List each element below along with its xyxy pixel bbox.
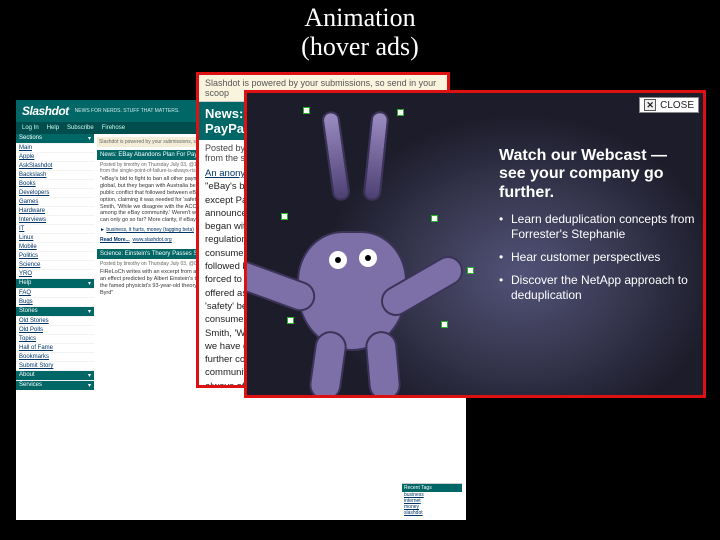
sidebar: Sections▾ Main Apple AskSlashdot Backsla…: [16, 134, 94, 390]
nav-subscribe[interactable]: Subscribe: [67, 125, 94, 131]
sidebar-item[interactable]: Linux: [16, 234, 94, 242]
ad-close-button[interactable]: ✕ CLOSE: [639, 97, 699, 113]
nav-help[interactable]: Help: [47, 125, 59, 131]
chevron-down-icon: ▾: [88, 280, 91, 287]
sidebar-stories-head[interactable]: Stories▾: [16, 307, 94, 316]
ad-close-label: CLOSE: [660, 100, 694, 111]
sidebar-item[interactable]: Submit Story: [16, 362, 94, 370]
ad-copy: Watch our Webcast — see your company go …: [499, 147, 695, 311]
sidebar-item[interactable]: Hall of Fame: [16, 344, 94, 352]
sidebar-item[interactable]: FAQ: [16, 289, 94, 297]
ad-headline: Watch our Webcast — see your company go …: [499, 147, 695, 202]
slide-title-line2: (hover ads): [301, 32, 419, 61]
sidebar-sections-head[interactable]: Sections▾: [16, 134, 94, 143]
chevron-down-icon: ▾: [88, 372, 91, 379]
sidebar-item[interactable]: Main: [16, 144, 94, 152]
sidebar-item[interactable]: Science: [16, 261, 94, 269]
sidebar-item[interactable]: Books: [16, 180, 94, 188]
sidebar-item[interactable]: Games: [16, 198, 94, 206]
ad-bullet-list: Learn deduplication concepts from Forres…: [499, 212, 695, 303]
nav-firehose[interactable]: Firehose: [102, 125, 125, 131]
sidebar-item[interactable]: Old Polls: [16, 326, 94, 334]
sidebar-item[interactable]: Apple: [16, 153, 94, 161]
slide-title-line1: Animation: [304, 3, 415, 32]
ad-bullet: Learn deduplication concepts from Forres…: [499, 212, 695, 242]
sidebar-item[interactable]: Mobile: [16, 243, 94, 251]
sidebar-item[interactable]: Developers: [16, 189, 94, 197]
sidebar-item[interactable]: Interviews: [16, 216, 94, 224]
slashdot-logo[interactable]: Slashdot: [22, 104, 69, 118]
sidebar-item[interactable]: Backslash: [16, 171, 94, 179]
site-tagline: NEWS FOR NERDS. STUFF THAT MATTERS.: [75, 108, 180, 114]
hover-ad-overlay: Watch our Webcast — see your company go …: [244, 90, 706, 398]
recent-tags-head: Recent Tags: [402, 484, 462, 492]
ad-bullet: Hear customer perspectives: [499, 250, 695, 265]
chevron-down-icon: ▾: [88, 382, 91, 389]
sidebar-item[interactable]: Bugs: [16, 298, 94, 306]
sidebar-item[interactable]: YRO: [16, 270, 94, 278]
slide-title: Animation (hover ads): [0, 0, 720, 63]
nav-login[interactable]: Log In: [22, 125, 39, 131]
ad-bullet: Discover the NetApp approach to deduplic…: [499, 273, 695, 303]
recent-tags-box: Recent Tags business internet money slas…: [402, 483, 462, 516]
sidebar-item[interactable]: Topics: [16, 335, 94, 343]
chevron-down-icon: ▾: [88, 308, 91, 315]
tag-link[interactable]: slashdot: [402, 510, 462, 516]
sidebar-help-head[interactable]: Help▾: [16, 279, 94, 288]
read-more-link[interactable]: Read More...: [100, 237, 130, 243]
sidebar-item[interactable]: Hardware: [16, 207, 94, 215]
sidebar-item[interactable]: Old Stories: [16, 317, 94, 325]
sidebar-about-head[interactable]: About▾: [16, 371, 94, 380]
ad-mascot-illustration: [244, 121, 477, 381]
sidebar-services-head[interactable]: Services▾: [16, 381, 94, 390]
sidebar-item[interactable]: IT: [16, 225, 94, 233]
chevron-down-icon: ▾: [88, 135, 91, 142]
sidebar-item[interactable]: Bookmarks: [16, 353, 94, 361]
close-icon: ✕: [644, 99, 656, 111]
sidebar-item[interactable]: AskSlashdot: [16, 162, 94, 170]
sidebar-item[interactable]: Politics: [16, 252, 94, 260]
